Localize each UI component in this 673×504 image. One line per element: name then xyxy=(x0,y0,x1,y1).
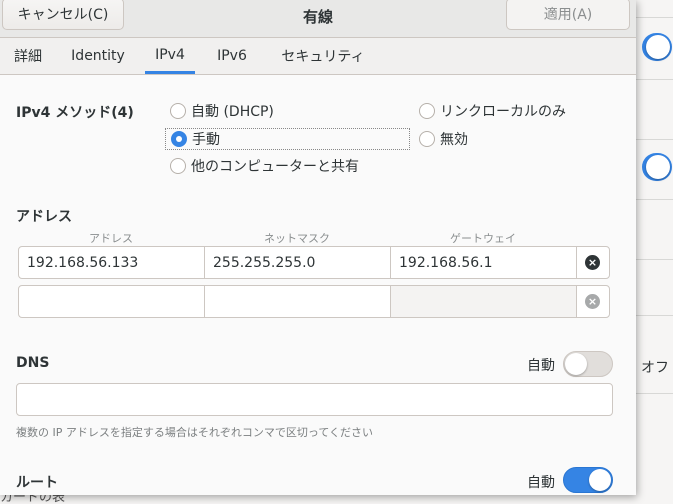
method-disabled-label: 無効 xyxy=(440,132,468,148)
address-column-header: アドレス xyxy=(89,232,133,245)
method-shared-label: 他のコンピューターと共有 xyxy=(191,159,359,175)
dns-auto-switch[interactable] xyxy=(563,351,613,377)
address-input[interactable] xyxy=(19,286,205,317)
route-auto-switch[interactable] xyxy=(563,467,613,493)
tab-ipv4[interactable]: IPv4 xyxy=(145,38,195,74)
netmask-input[interactable]: 255.255.255.0 xyxy=(205,247,391,278)
radio-unchecked-icon xyxy=(170,158,186,174)
background-toggle[interactable] xyxy=(642,153,672,181)
background-row xyxy=(636,80,673,140)
background-off-label: オフ xyxy=(641,360,669,376)
route-section-label: ルート xyxy=(16,475,58,491)
address-input[interactable]: 192.168.56.133 xyxy=(19,247,205,278)
netmask-input[interactable] xyxy=(205,286,391,317)
gateway-column-header: ゲートウェイ xyxy=(450,232,516,245)
dns-servers-input[interactable] xyxy=(16,383,613,416)
address-row: 192.168.56.133 255.255.255.0 192.168.56.… xyxy=(18,246,610,279)
method-shared-radio[interactable]: 他のコンピューターと共有 xyxy=(170,155,359,177)
gateway-input[interactable]: 192.168.56.1 xyxy=(391,247,577,278)
address-row: × xyxy=(18,285,610,318)
route-auto-label: 自動 xyxy=(527,475,555,491)
tab-ipv6[interactable]: IPv6 xyxy=(208,38,256,74)
method-auto-dhcp-radio[interactable]: 自動 (DHCP) xyxy=(170,100,274,122)
dns-auto-label: 自動 xyxy=(527,358,555,374)
background-row xyxy=(636,0,673,18)
background-toggle[interactable] xyxy=(642,33,672,61)
switch-knob xyxy=(565,353,587,375)
method-link-local-radio[interactable]: リンクローカルのみ xyxy=(419,100,566,122)
method-manual-radio[interactable]: 手動 xyxy=(165,128,410,150)
switch-knob xyxy=(589,469,611,491)
radio-unchecked-icon xyxy=(419,103,435,119)
tab-bar: 詳細 Identity IPv4 IPv6 セキュリティ xyxy=(0,38,636,75)
background-row xyxy=(636,200,673,260)
ipv4-method-label: IPv4 メソッド(4) xyxy=(16,105,134,121)
method-disabled-radio[interactable]: 無効 xyxy=(419,128,468,150)
delete-address-icon: × xyxy=(585,294,600,309)
radio-checked-icon xyxy=(171,131,187,147)
wired-connection-dialog: キャンセル(C) 有線 適用(A) 詳細 Identity IPv4 IPv6 … xyxy=(0,0,636,495)
dns-section-label: DNS xyxy=(16,355,50,371)
background-row xyxy=(636,316,673,394)
method-manual-label: 手動 xyxy=(192,132,220,148)
radio-unchecked-icon xyxy=(419,131,435,147)
address-section-label: アドレス xyxy=(16,209,72,225)
tab-identity[interactable]: Identity xyxy=(64,38,132,74)
tab-security[interactable]: セキュリティ xyxy=(270,38,376,74)
dialog-headerbar: キャンセル(C) 有線 適用(A) xyxy=(0,0,636,38)
method-link-local-label: リンクローカルのみ xyxy=(440,104,566,120)
background-row xyxy=(636,260,673,316)
radio-unchecked-icon xyxy=(170,103,186,119)
dns-hint-text: 複数の IP アドレスを指定する場合はそれぞれコンマで区切ってください xyxy=(16,426,373,439)
apply-button[interactable]: 適用(A) xyxy=(506,0,630,30)
method-auto-label: 自動 (DHCP) xyxy=(191,104,274,120)
gateway-input xyxy=(391,286,577,317)
tab-details[interactable]: 詳細 xyxy=(2,38,54,74)
delete-address-icon[interactable]: × xyxy=(585,255,600,270)
netmask-column-header: ネットマスク xyxy=(264,232,330,245)
